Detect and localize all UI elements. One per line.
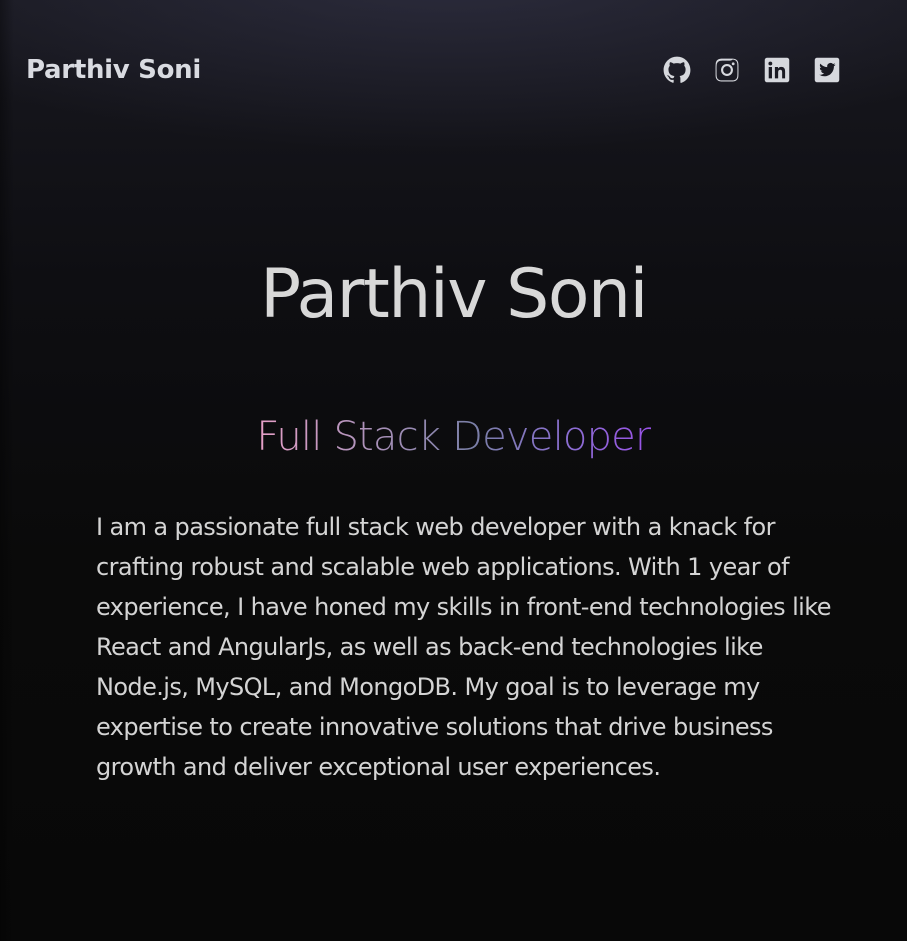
left-edge-shade bbox=[0, 0, 14, 941]
hero-subtitle-text: Full Stack Developer bbox=[256, 414, 651, 460]
instagram-icon bbox=[713, 56, 741, 88]
background-gradient bbox=[0, 0, 907, 941]
site-header: Parthiv Soni bbox=[0, 0, 907, 140]
instagram-link[interactable] bbox=[713, 58, 741, 86]
twitter-icon bbox=[813, 56, 841, 88]
about-paragraph: I am a passionate full stack web develop… bbox=[96, 513, 831, 781]
social-links bbox=[663, 56, 841, 88]
github-icon bbox=[663, 56, 691, 88]
hero-title: Parthiv Soni bbox=[260, 255, 648, 334]
twitter-link[interactable] bbox=[813, 56, 841, 88]
linkedin-icon bbox=[763, 56, 791, 88]
github-link[interactable] bbox=[663, 56, 691, 88]
linkedin-link[interactable] bbox=[763, 56, 791, 88]
brand-logo-text[interactable]: Parthiv Soni bbox=[26, 55, 201, 85]
hero-subtitle: Full Stack Developer bbox=[0, 414, 907, 460]
